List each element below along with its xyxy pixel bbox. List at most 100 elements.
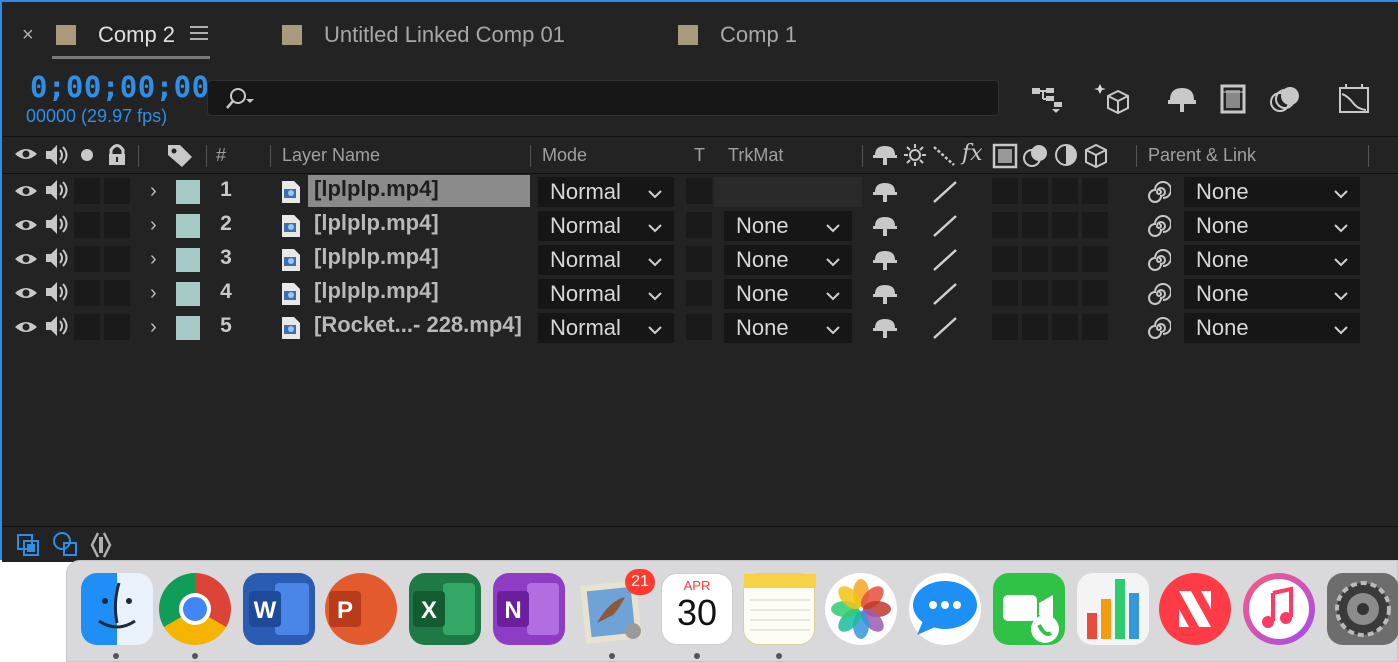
frame-blend-column-icon[interactable] [992, 143, 1018, 169]
layer-row[interactable]: › 1 [lplplp.mp4] Normal None [2, 174, 1398, 208]
label-tag-icon[interactable] [166, 143, 194, 169]
quality-switch-icon[interactable] [932, 180, 958, 204]
parent-pick-whip-icon[interactable] [1147, 214, 1171, 238]
eye-icon[interactable] [14, 282, 38, 304]
quality-switch-icon[interactable] [932, 316, 958, 340]
motion-blur-icon[interactable] [1268, 82, 1304, 116]
3d-layer-switch[interactable] [1082, 280, 1108, 306]
solo-icon[interactable] [78, 143, 96, 165]
parent-pick-whip-icon[interactable] [1147, 180, 1171, 204]
empty-layer-area[interactable] [2, 344, 1398, 526]
motion-blur-switch[interactable] [1052, 314, 1078, 340]
lock-toggle[interactable] [104, 178, 130, 204]
trkmat-dropdown[interactable]: None [724, 211, 852, 241]
shy-icon[interactable] [872, 180, 898, 204]
chevron-right-icon[interactable]: › [150, 180, 157, 203]
label-color-chip[interactable] [176, 282, 200, 306]
quality-switch-icon[interactable] [932, 282, 958, 306]
motion-blur-column-icon[interactable] [1022, 143, 1050, 169]
parent-pick-whip-icon[interactable] [1147, 316, 1171, 340]
word-app-icon[interactable]: W [243, 573, 315, 645]
layer-row[interactable]: › 4 [lplplp.mp4] Normal None None [2, 276, 1398, 310]
motion-blur-switch[interactable] [1052, 246, 1078, 272]
in-out-toggle-icon[interactable] [90, 531, 112, 559]
frame-blend-switch[interactable] [1022, 178, 1048, 204]
messages-app-icon[interactable] [909, 573, 981, 645]
label-color-chip[interactable] [176, 316, 200, 340]
tab-untitled-linked-comp-01[interactable]: Untitled Linked Comp 01 [282, 18, 565, 52]
preserve-transparency-toggle[interactable] [686, 178, 712, 204]
lock-toggle[interactable] [104, 280, 130, 306]
chevron-right-icon[interactable]: › [150, 316, 157, 339]
quality-icon[interactable] [932, 143, 956, 167]
parent-dropdown[interactable]: None [1184, 211, 1360, 241]
photos-app-icon[interactable] [825, 573, 897, 645]
effects-switch[interactable] [992, 178, 1018, 204]
layer-switches-toggle-icon[interactable] [16, 533, 42, 559]
parent-dropdown[interactable]: None [1184, 245, 1360, 275]
layer-name[interactable]: [lplplp.mp4] [314, 244, 439, 270]
label-color-chip[interactable] [176, 180, 200, 204]
3d-layer-switch[interactable] [1082, 212, 1108, 238]
layer-row[interactable]: › 2 [lplplp.mp4] Normal None None [2, 208, 1398, 242]
layer-row[interactable]: › 3 [lplplp.mp4] Normal None None [2, 242, 1398, 276]
trkmat-dropdown[interactable]: None [724, 313, 852, 343]
tab-comp-1[interactable]: Comp 1 [678, 18, 797, 52]
notes-app-icon[interactable] [743, 573, 816, 645]
quality-switch-icon[interactable] [932, 248, 958, 272]
lock-toggle[interactable] [104, 246, 130, 272]
composition-flowchart-icon[interactable] [1030, 82, 1066, 116]
audio-icon[interactable] [44, 178, 70, 202]
layer-name[interactable]: [lplplp.mp4] [314, 278, 439, 304]
audio-icon[interactable] [44, 212, 70, 236]
solo-toggle[interactable] [74, 178, 100, 204]
parent-dropdown[interactable]: None [1184, 279, 1360, 309]
adjustment-layer-icon[interactable] [1054, 143, 1078, 167]
trkmat-dropdown[interactable]: None [724, 245, 852, 275]
draft-3d-icon[interactable] [1094, 82, 1130, 116]
preserve-transparency-toggle[interactable] [686, 314, 712, 340]
blend-mode-dropdown[interactable]: Normal [538, 211, 674, 241]
finder-app-icon[interactable] [81, 573, 153, 645]
chrome-app-icon[interactable] [159, 573, 231, 645]
eye-icon[interactable] [14, 214, 38, 236]
preserve-transparency-toggle[interactable] [686, 246, 712, 272]
solo-toggle[interactable] [74, 314, 100, 340]
lock-toggle[interactable] [104, 314, 130, 340]
layer-row[interactable]: › 5 [Rocket...- 228.mp4] Normal None Non… [2, 310, 1398, 344]
chevron-right-icon[interactable]: › [150, 248, 157, 271]
label-color-chip[interactable] [176, 214, 200, 238]
layer-name[interactable]: [lplplp.mp4] [314, 176, 439, 202]
motion-blur-switch[interactable] [1052, 280, 1078, 306]
mail-app-icon[interactable]: 21 [577, 569, 655, 645]
graph-editor-icon[interactable] [1336, 82, 1372, 116]
audio-icon[interactable] [44, 280, 70, 304]
frame-blend-switch[interactable] [1022, 212, 1048, 238]
effects-switch[interactable] [992, 314, 1018, 340]
music-app-icon[interactable] [1243, 573, 1315, 645]
close-icon[interactable]: × [22, 24, 34, 47]
parent-pick-whip-icon[interactable] [1147, 282, 1171, 306]
solo-toggle[interactable] [74, 246, 100, 272]
search-input[interactable] [260, 85, 980, 111]
layer-name[interactable]: [Rocket...- 228.mp4] [314, 312, 522, 338]
news-app-icon[interactable] [1159, 573, 1231, 645]
effects-switch[interactable] [992, 280, 1018, 306]
parent-dropdown[interactable]: None [1184, 177, 1360, 207]
audio-icon[interactable] [44, 314, 70, 338]
excel-app-icon[interactable]: X [409, 573, 481, 645]
blend-mode-dropdown[interactable]: Normal [538, 313, 674, 343]
solo-toggle[interactable] [74, 212, 100, 238]
3d-layer-switch[interactable] [1082, 246, 1108, 272]
audio-icon[interactable] [44, 246, 70, 270]
effects-switch[interactable] [992, 212, 1018, 238]
numbers-app-icon[interactable] [1077, 573, 1149, 645]
calendar-app-icon[interactable]: APR 30 [661, 573, 733, 645]
blend-mode-dropdown[interactable]: Normal [538, 279, 674, 309]
lock-icon[interactable] [106, 143, 128, 167]
transfer-controls-toggle-icon[interactable] [52, 531, 80, 559]
label-color-chip[interactable] [176, 248, 200, 272]
eye-icon[interactable] [14, 143, 38, 165]
shy-icon[interactable] [872, 282, 898, 306]
3d-layer-switch[interactable] [1082, 178, 1108, 204]
